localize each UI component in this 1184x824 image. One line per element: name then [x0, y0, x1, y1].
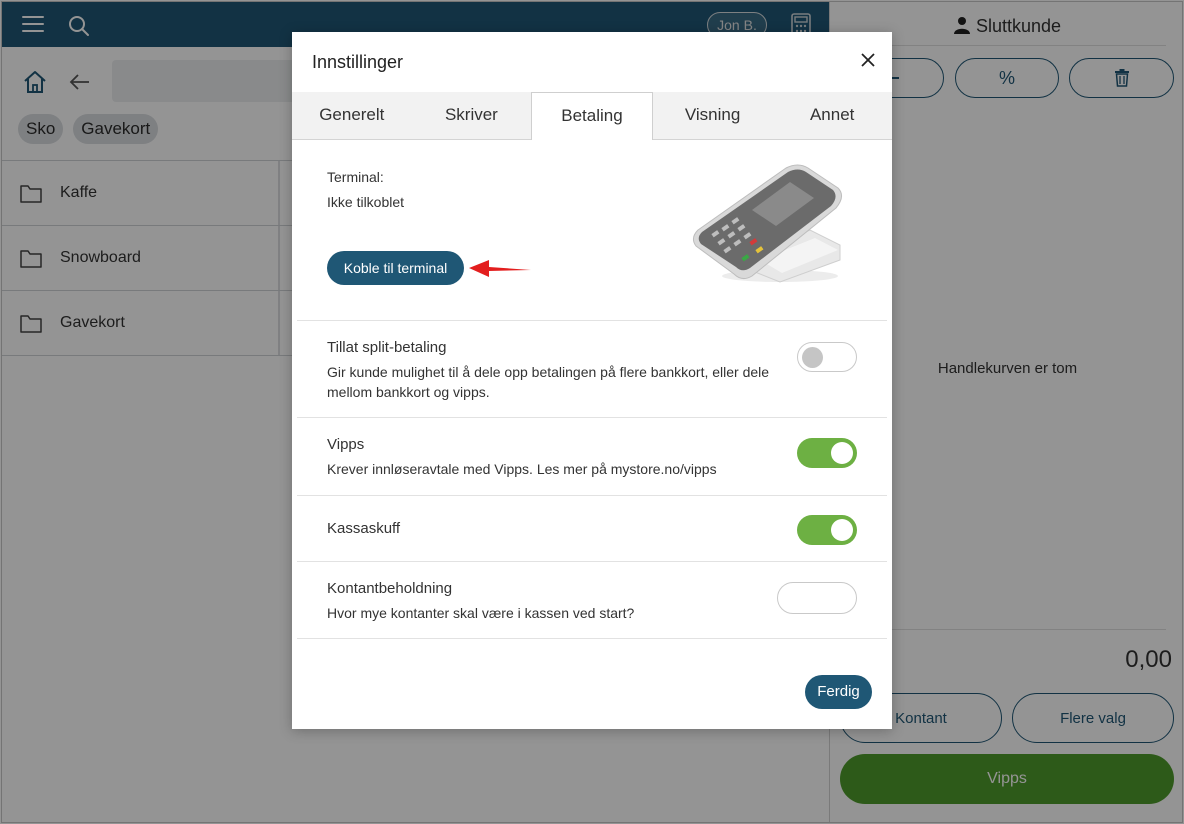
setting-split-payment: Tillat split-betaling Gir kunde mulighet… — [297, 320, 887, 417]
settings-tabs: Generelt Skriver Betaling Visning Annet — [292, 92, 892, 140]
setting-cash-drawer: Kassaskuff — [297, 495, 887, 561]
setting-title: Kontantbeholdning — [327, 580, 453, 597]
setting-vipps: Vipps Krever innløseravtale med Vipps. L… — [297, 417, 887, 495]
vipps-toggle[interactable] — [797, 438, 857, 468]
payment-terminal-icon — [692, 164, 842, 283]
setting-title: Kassaskuff — [327, 520, 401, 537]
setting-cash-balance: Kontantbeholdning Hvor mye kontanter ska… — [297, 561, 887, 638]
setting-description: Hvor mye kontanter skal være i kassen ve… — [327, 605, 635, 621]
tab-annet[interactable]: Annet — [772, 92, 892, 140]
toggle-knob — [831, 442, 853, 464]
terminal-label: Terminal: — [327, 169, 384, 185]
toggle-knob — [802, 347, 823, 368]
tab-generelt[interactable]: Generelt — [292, 92, 412, 140]
cash-balance-input[interactable] — [777, 582, 857, 614]
terminal-info: Terminal: Ikke tilkoblet — [327, 169, 404, 210]
dialog-header: Innstillinger — [292, 32, 892, 92]
toggle-knob — [831, 519, 853, 541]
close-icon[interactable] — [860, 52, 876, 68]
divider — [297, 638, 887, 639]
setting-description: Gir kunde mulighet til å dele opp betali… — [327, 364, 770, 400]
dialog-title: Innstillinger — [312, 52, 404, 72]
red-arrow-annotation-icon — [469, 260, 531, 277]
cash-drawer-toggle[interactable] — [797, 515, 857, 545]
split-payment-toggle[interactable] — [797, 342, 857, 372]
connect-terminal-button[interactable]: Koble til terminal — [327, 251, 464, 285]
tab-betaling[interactable]: Betaling — [531, 92, 653, 140]
setting-title: Vipps — [327, 436, 365, 453]
settings-dialog: Innstillinger Generelt Skriver Betaling … — [292, 32, 892, 729]
tab-visning[interactable]: Visning — [652, 92, 773, 140]
setting-title: Tillat split-betaling — [327, 339, 447, 356]
tab-skriver[interactable]: Skriver — [411, 92, 532, 140]
setting-description: Krever innløseravtale med Vipps. Les mer… — [327, 461, 717, 477]
terminal-status: Ikke tilkoblet — [327, 194, 405, 210]
done-button[interactable]: Ferdig — [805, 675, 872, 709]
